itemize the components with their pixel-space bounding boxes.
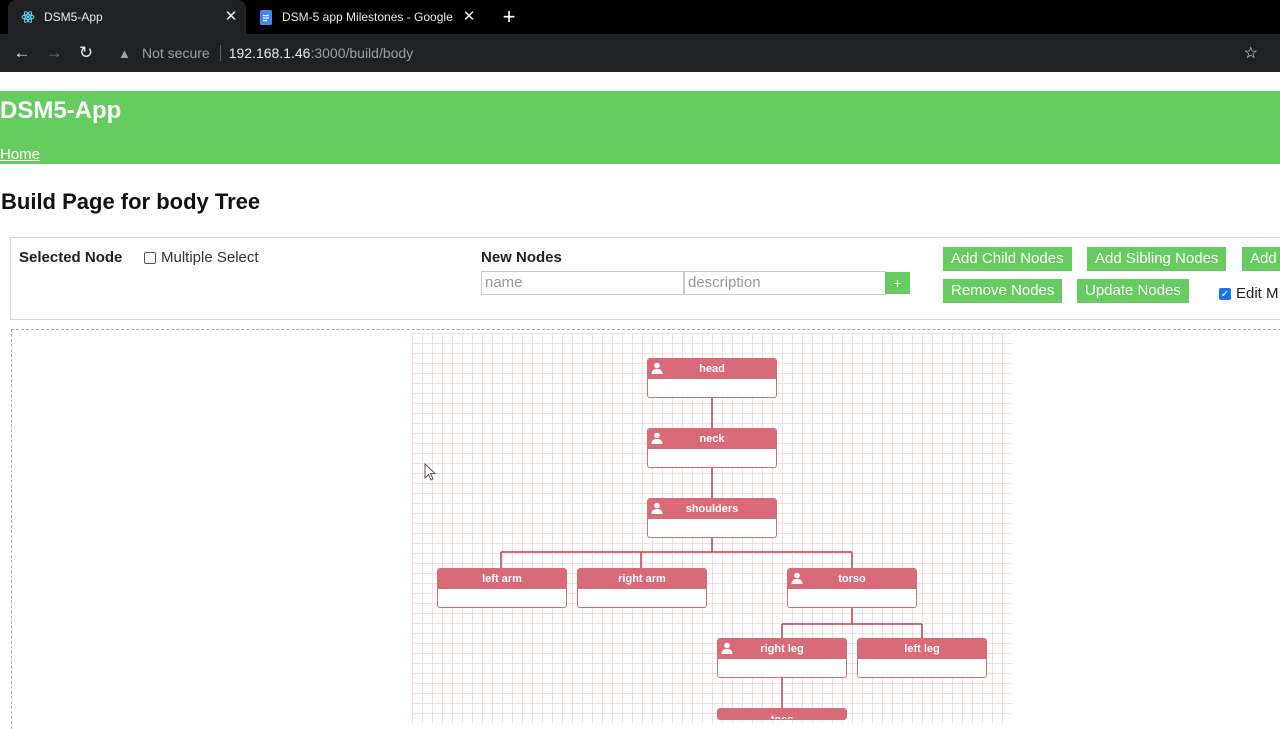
person-icon xyxy=(651,502,663,514)
tree-links xyxy=(500,398,923,708)
tree-node[interactable]: left leg xyxy=(857,638,987,678)
mouse-cursor-icon xyxy=(424,463,437,481)
tree-node[interactable]: left arm xyxy=(437,568,567,608)
node-label: toes xyxy=(770,714,794,720)
tree-node[interactable]: toes xyxy=(717,708,847,720)
node-label: right leg xyxy=(760,643,804,655)
tree-node[interactable]: neck xyxy=(647,428,777,468)
node-label: left leg xyxy=(904,643,940,655)
node-label: neck xyxy=(699,433,725,445)
person-icon xyxy=(721,642,733,654)
tree-node[interactable]: torso xyxy=(787,568,917,608)
tree-node[interactable]: shoulders xyxy=(647,498,777,538)
node-label: torso xyxy=(838,573,866,585)
person-icon xyxy=(651,362,663,374)
node-label: right arm xyxy=(618,573,666,585)
node-label: head xyxy=(699,363,725,375)
tree-node[interactable]: head xyxy=(647,358,777,398)
person-icon xyxy=(791,572,803,584)
tree-node[interactable]: right leg xyxy=(717,638,847,678)
tree-node[interactable]: right arm xyxy=(577,568,707,608)
node-label: shoulders xyxy=(685,503,739,515)
node-label: left arm xyxy=(482,573,522,585)
person-icon xyxy=(651,432,663,444)
